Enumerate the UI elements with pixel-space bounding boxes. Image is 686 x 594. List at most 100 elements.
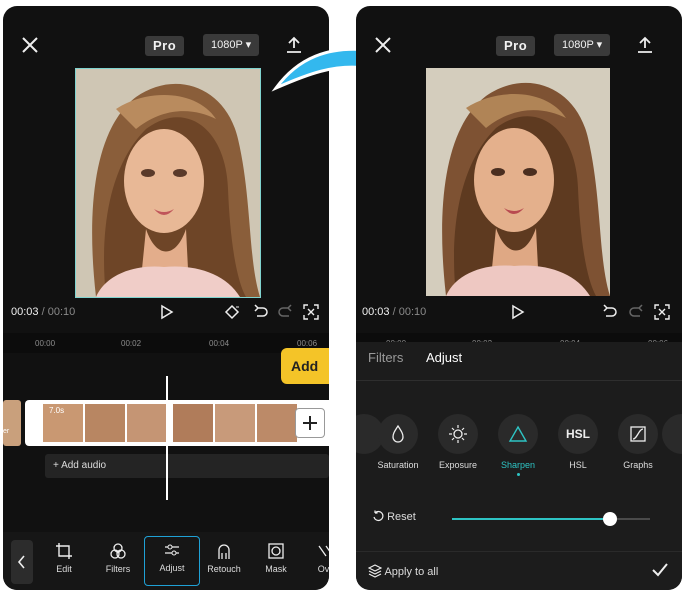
undo-icon[interactable] — [602, 304, 618, 320]
play-icon[interactable] — [159, 304, 175, 320]
resolution-dropdown[interactable]: 1080P ▾ — [203, 34, 260, 56]
apply-to-all-label: Apply to all — [384, 566, 439, 578]
crop-icon — [56, 543, 72, 559]
current-time: 00:03 — [11, 306, 39, 318]
reset-button[interactable]: Reset — [372, 510, 416, 523]
duration-tag: 7.0s — [49, 406, 65, 415]
fullscreen-icon[interactable] — [303, 304, 319, 320]
clip-thumbnail — [85, 404, 125, 442]
clip-thumbnail — [173, 404, 213, 442]
tool-label: Edit — [56, 564, 72, 574]
keyframe-icon[interactable] — [223, 304, 241, 320]
video-preview[interactable] — [75, 68, 261, 298]
adjust-item-graphs[interactable]: Graphs — [606, 414, 670, 470]
ruler-tick: 00:00 — [35, 339, 56, 348]
reset-icon — [373, 510, 384, 521]
add-clip-button[interactable] — [295, 408, 325, 438]
total-time: 00:10 — [398, 306, 427, 318]
clip-thumbnail — [215, 404, 255, 442]
tool-label: Retouch — [207, 564, 241, 574]
hsl-icon: HSL — [558, 414, 598, 454]
resolution-dropdown[interactable]: 1080P ▾ — [554, 34, 611, 56]
add-button[interactable]: Add — [281, 348, 329, 384]
adjust-item-exposure[interactable]: Exposure — [426, 414, 490, 470]
adjust-item-saturation[interactable]: Saturation — [366, 414, 430, 470]
pro-badge[interactable]: Pro — [496, 36, 536, 56]
redo-icon[interactable] — [628, 304, 644, 320]
time-readout: 00:03 / 00:10 — [11, 306, 76, 318]
adjust-item-label: Graphs — [623, 460, 653, 470]
tool-label: Adjust — [159, 563, 185, 573]
resolution-label: 1080P — [562, 39, 594, 51]
pro-badge[interactable]: Pro — [145, 36, 185, 56]
video-clip-track[interactable] — [25, 400, 329, 446]
layers-icon — [367, 564, 383, 578]
clip-thumbnail — [127, 404, 167, 442]
filters-icon — [110, 543, 126, 559]
tool-filters[interactable]: Filters — [91, 538, 145, 584]
panel-bottom-bar: Apply to all — [356, 551, 682, 590]
resolution-label: 1080P — [211, 39, 243, 51]
ruler-tick: 00:02 — [121, 339, 142, 348]
play-icon[interactable] — [510, 304, 526, 320]
total-time: 00:10 — [47, 306, 76, 318]
playhead[interactable] — [166, 376, 168, 500]
apply-to-all-button[interactable]: Apply to all — [367, 564, 439, 578]
ruler-tick: 00:04 — [209, 339, 230, 348]
sharpen-slider[interactable] — [452, 512, 650, 526]
caret-down-icon: ▾ — [596, 39, 603, 51]
tab-adjust[interactable]: Adjust — [426, 350, 462, 365]
slider-knob[interactable] — [603, 512, 618, 526]
redo-icon[interactable] — [277, 304, 293, 320]
export-icon[interactable] — [636, 36, 654, 54]
tool-retouch[interactable]: Retouch — [197, 538, 251, 584]
divider — [356, 380, 682, 381]
checkmark-icon[interactable] — [650, 560, 670, 580]
triangle-icon — [508, 425, 528, 442]
previous-clip[interactable]: er — [3, 400, 21, 446]
close-icon[interactable] — [372, 34, 394, 56]
portrait-image — [76, 69, 260, 297]
adjust-item-hsl[interactable]: HSL HSL — [546, 414, 610, 470]
adjust-item-sharpen[interactable]: Sharpen — [486, 414, 550, 476]
bottom-toolbar: Edit Filters Adjust Retouch Mask Ove — [3, 532, 329, 590]
adjust-item-label: Sharpen — [500, 460, 536, 470]
current-time: 00:03 — [362, 306, 390, 318]
tool-label: Filters — [105, 564, 131, 574]
adjust-item-label: Exposure — [438, 460, 478, 470]
chevron-left-icon — [17, 555, 25, 569]
clip-thumbnail — [257, 404, 297, 442]
adjust-panel: Filters Adjust Saturation Exposure Sharp… — [356, 342, 682, 590]
reset-label: Reset — [387, 511, 416, 523]
tool-adjust[interactable]: Adjust — [144, 536, 200, 586]
sliders-icon — [165, 544, 179, 556]
tab-filters[interactable]: Filters — [368, 350, 403, 365]
tool-mask[interactable]: Mask — [249, 538, 303, 584]
tool-edit[interactable]: Edit — [37, 538, 91, 584]
tool-label: Mask — [265, 564, 287, 574]
clip-label: er — [3, 428, 10, 435]
adjust-item-partial[interactable] — [662, 414, 682, 460]
curve-icon — [630, 426, 646, 442]
tool-overlay[interactable]: Ove — [299, 538, 329, 584]
undo-icon[interactable] — [253, 304, 269, 320]
adjust-item-circle — [662, 414, 682, 454]
retouch-icon — [218, 544, 230, 559]
back-button[interactable] — [11, 540, 33, 584]
timeline-ruler: 00:00 00:02 00:04 00:06 — [3, 333, 329, 353]
slider-fill — [452, 518, 611, 520]
time-readout: 00:03 / 00:10 — [362, 306, 427, 318]
ruler-tick: 00:06 — [297, 339, 318, 348]
editor-screen-after: Pro 1080P ▾ 00:03 / 00:10 00:00 00:02 00… — [356, 6, 682, 590]
add-audio-track[interactable]: + Add audio — [45, 454, 329, 478]
selected-indicator — [516, 473, 520, 476]
video-preview[interactable] — [426, 68, 610, 296]
fullscreen-icon[interactable] — [654, 304, 670, 320]
adjust-item-label: HSL — [569, 460, 587, 470]
adjust-item-label: Saturation — [377, 460, 419, 470]
portrait-image — [426, 68, 610, 296]
tool-label: Ove — [317, 564, 329, 574]
close-icon[interactable] — [19, 34, 41, 56]
droplet-icon — [392, 424, 404, 443]
caret-down-icon: ▾ — [245, 39, 252, 51]
